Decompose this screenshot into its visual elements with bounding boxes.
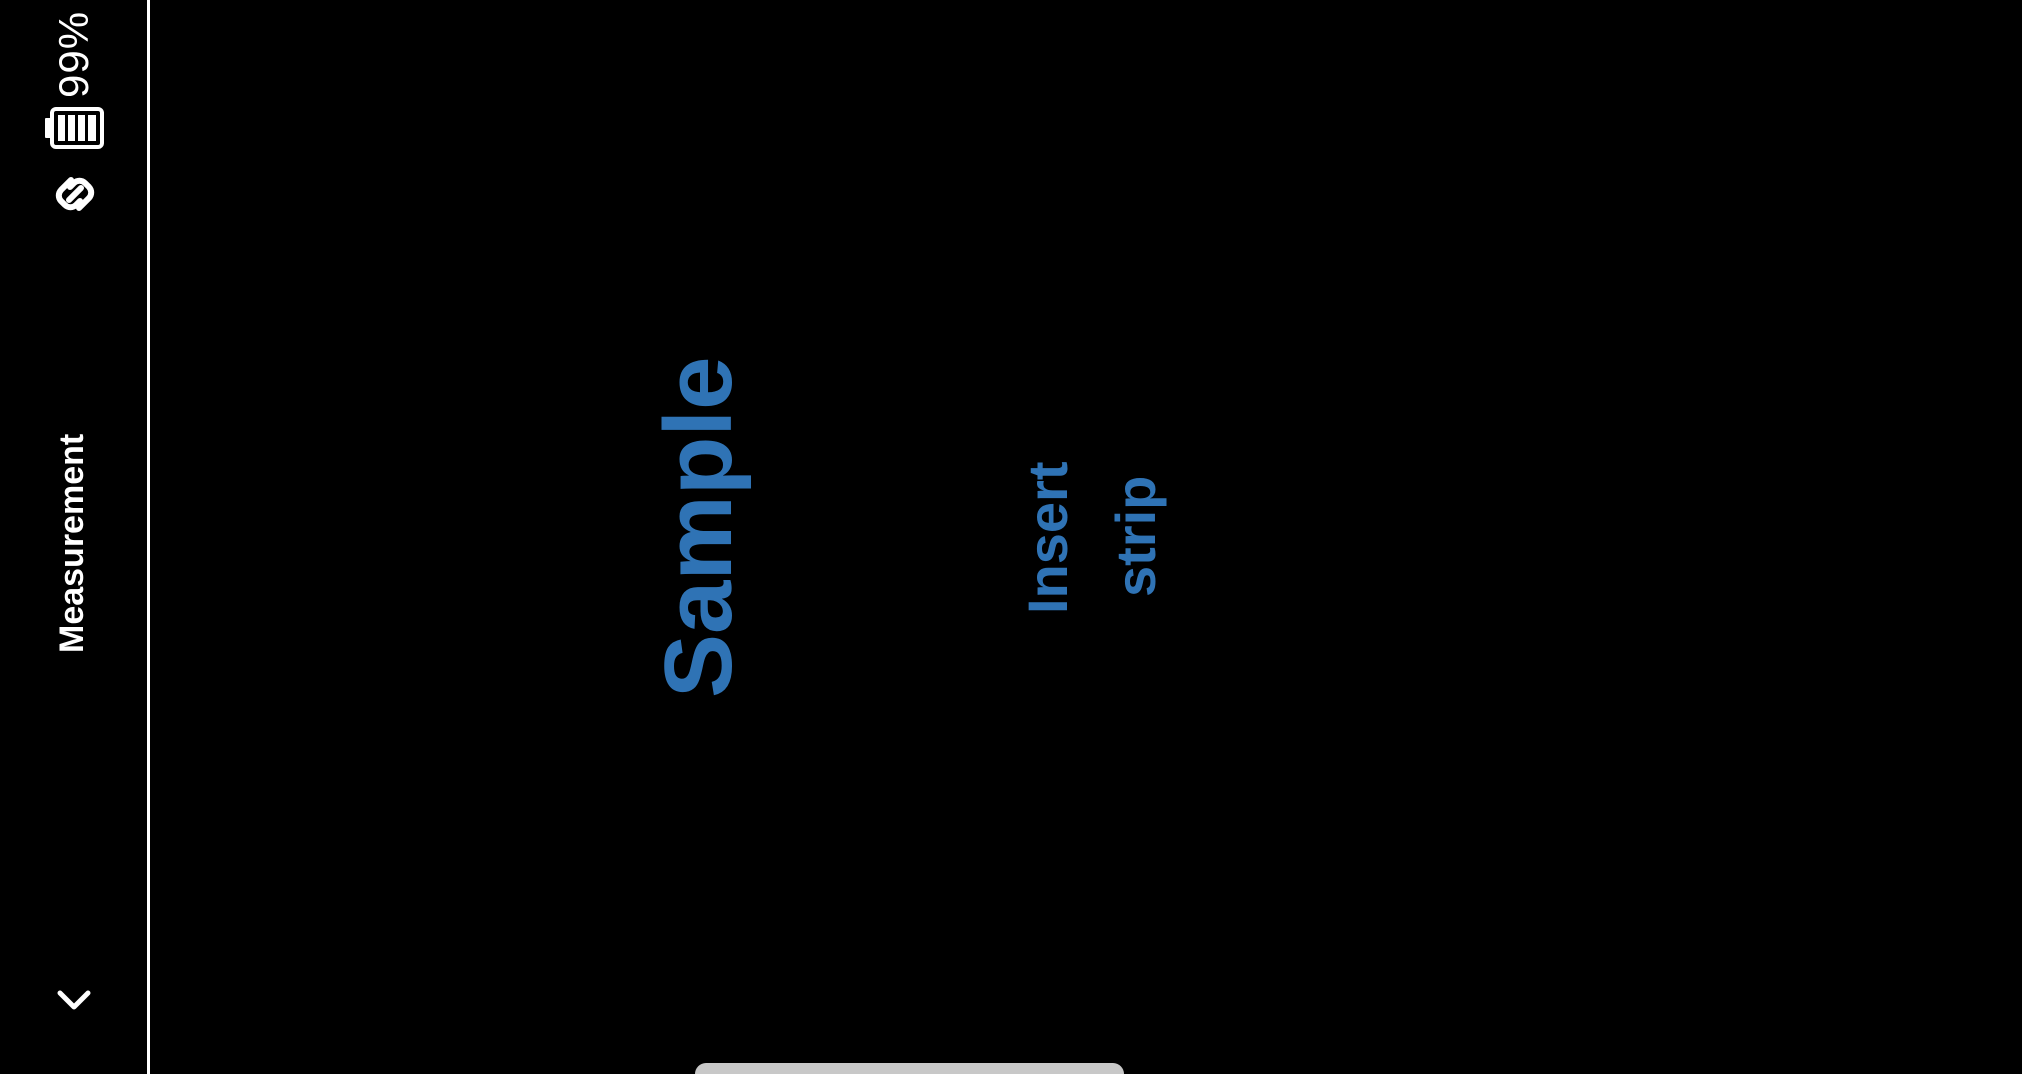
sample-label: Sample (645, 356, 752, 698)
sidebar: 99% Measurement (0, 0, 147, 1074)
home-indicator-handle[interactable] (695, 1063, 1124, 1074)
instruction-line-insert: Insert (1016, 461, 1079, 615)
sidebar-divider (147, 0, 150, 1074)
link-icon (55, 177, 95, 211)
screen-title: Measurement (53, 433, 91, 653)
chevron-down-icon[interactable] (52, 982, 96, 1020)
battery-percent-text: 99% (50, 10, 97, 98)
instruction-line-strip: strip (1104, 475, 1167, 597)
app-screen: 99% Measurement Sample Insert strip (0, 0, 2022, 1074)
battery-icon (45, 107, 104, 149)
